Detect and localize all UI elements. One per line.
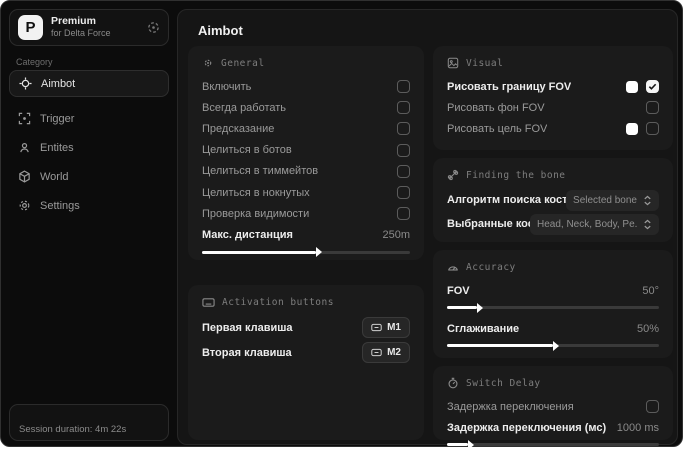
entities-icon	[18, 141, 31, 154]
selected-bones-select[interactable]: Head, Neck, Body, Pe...	[530, 213, 659, 235]
toggle-row: Включить	[202, 76, 410, 97]
sidebar-item-entites[interactable]: Entites	[9, 134, 169, 161]
chevron-up-down-icon	[643, 195, 652, 206]
slider-label-row: Сглаживание 50%	[447, 322, 659, 335]
switch-delay-slider[interactable]	[447, 439, 659, 450]
toggle-row: Целиться в тиммейтов	[202, 161, 410, 182]
product-name: Premium	[51, 15, 96, 28]
sidebar-item-label: Aimbot	[41, 77, 76, 90]
select-row: Выбранные кос Head, Neck, Body, Pe...	[447, 212, 659, 236]
select-row: Алгоритм поиска кост Selected bone	[447, 188, 659, 212]
card-activation-buttons: Activation buttons Первая клавиша M1 Вто…	[188, 285, 424, 440]
section-title: Activation buttons	[222, 296, 334, 308]
checkbox[interactable]	[646, 122, 659, 136]
card-finding-bone: Finding the bone Алгоритм поиска кост Se…	[433, 158, 673, 242]
checkbox[interactable]	[397, 207, 410, 221]
world-icon	[18, 170, 31, 183]
checkbox[interactable]	[397, 122, 410, 136]
crosshair-icon	[19, 77, 32, 90]
mouse-icon	[371, 348, 382, 357]
card-visual: Visual Рисовать границу FOV Рисовать фон…	[433, 46, 673, 150]
card-accuracy: Accuracy FOV 50° Сглаживание 50%	[433, 250, 673, 358]
keybind-button-m1[interactable]: M1	[362, 317, 410, 338]
toggle-row: Рисовать границу FOV	[447, 76, 659, 97]
main-panel: Aimbot General Включить Всегда работать	[177, 9, 678, 450]
sidebar-item-trigger[interactable]: Trigger	[9, 105, 169, 132]
sidebar-item-aimbot[interactable]: Aimbot	[9, 70, 169, 97]
checkbox[interactable]	[397, 143, 410, 157]
sidebar-item-label: Entites	[40, 141, 74, 154]
chevron-up-down-icon	[643, 219, 652, 230]
session-card: Session duration: 4m 22s	[9, 404, 169, 441]
session-duration: Session duration: 4m 22s	[19, 424, 127, 435]
sidebar-item-label: World	[40, 170, 69, 183]
checkbox[interactable]	[646, 80, 659, 94]
keybind-row: Вторая клавиша M2	[202, 340, 410, 365]
stopwatch-icon	[447, 377, 459, 389]
category-label: Category	[16, 57, 53, 67]
checkbox[interactable]	[397, 186, 410, 200]
premium-card: P Premium for Delta Force	[9, 9, 169, 46]
checkbox[interactable]	[646, 101, 659, 115]
toggle-row: Предсказание	[202, 118, 410, 139]
checkbox[interactable]	[397, 80, 410, 94]
product-subtitle: for Delta Force	[51, 27, 111, 38]
toggle-row: Проверка видимости	[202, 203, 410, 224]
slider-value: 1000 ms	[616, 421, 659, 434]
keybind-button-m2[interactable]: M2	[362, 342, 410, 363]
mouse-icon	[371, 323, 382, 332]
trigger-icon	[18, 112, 31, 125]
sync-icon[interactable]	[147, 21, 160, 34]
crosshair-icon	[202, 57, 214, 69]
card-switch-delay: Switch Delay Задержка переключения Задер…	[433, 366, 673, 450]
color-swatch[interactable]	[626, 80, 638, 93]
color-swatch[interactable]	[626, 122, 638, 135]
app-window: P Premium for Delta Force Category Aimbo…	[0, 0, 683, 450]
toggle-row: Рисовать фон FOV	[447, 97, 659, 118]
toggle-row: Целиться в нокнутых	[202, 182, 410, 203]
max-distance-slider[interactable]	[202, 247, 410, 257]
slider-value: 50%	[636, 322, 659, 335]
page-title: Aimbot	[198, 23, 243, 38]
toggle-row: Рисовать цель FOV	[447, 118, 659, 139]
gear-icon	[18, 199, 31, 212]
bone-algorithm-select[interactable]: Selected bone	[566, 189, 659, 211]
image-icon	[447, 57, 459, 69]
slider-label-row: Макс. дистанция 250m	[202, 228, 410, 241]
fov-slider[interactable]	[447, 302, 659, 313]
slider-value: 50°	[642, 284, 659, 297]
sidebar-item-label: Trigger	[40, 112, 75, 125]
section-title: Switch Delay	[466, 377, 541, 389]
section-title: Accuracy	[466, 261, 516, 273]
slider-value: 250m	[382, 228, 410, 241]
keyboard-icon	[202, 297, 215, 308]
slider-label-row: Задержка переключения (мс) 1000 ms	[447, 421, 659, 434]
bone-icon	[447, 169, 459, 181]
toggle-row: Целиться в ботов	[202, 140, 410, 161]
sidebar-nav: Aimbot Trigger Entites World Settings	[9, 70, 169, 221]
sidebar-item-world[interactable]: World	[9, 163, 169, 190]
sidebar-item-label: Settings	[40, 199, 80, 212]
toggle-row: Всегда работать	[202, 97, 410, 118]
checkbox[interactable]	[397, 101, 410, 115]
section-title: General	[221, 57, 265, 69]
smoothing-slider[interactable]	[447, 340, 659, 351]
sidebar: P Premium for Delta Force Category Aimbo…	[1, 1, 177, 446]
section-title: Finding the bone	[466, 169, 566, 181]
section-title: Visual	[466, 57, 504, 69]
keybind-row: Первая клавиша M1	[202, 315, 410, 340]
checkbox[interactable]	[646, 400, 659, 414]
sidebar-item-settings[interactable]: Settings	[9, 192, 169, 219]
slider-label-row: FOV 50°	[447, 284, 659, 297]
gauge-icon	[447, 261, 459, 273]
card-general: General Включить Всегда работать Предска…	[188, 46, 424, 260]
toggle-row: Задержка переключения	[447, 396, 659, 417]
checkbox[interactable]	[397, 164, 410, 178]
app-logo: P	[18, 15, 43, 40]
